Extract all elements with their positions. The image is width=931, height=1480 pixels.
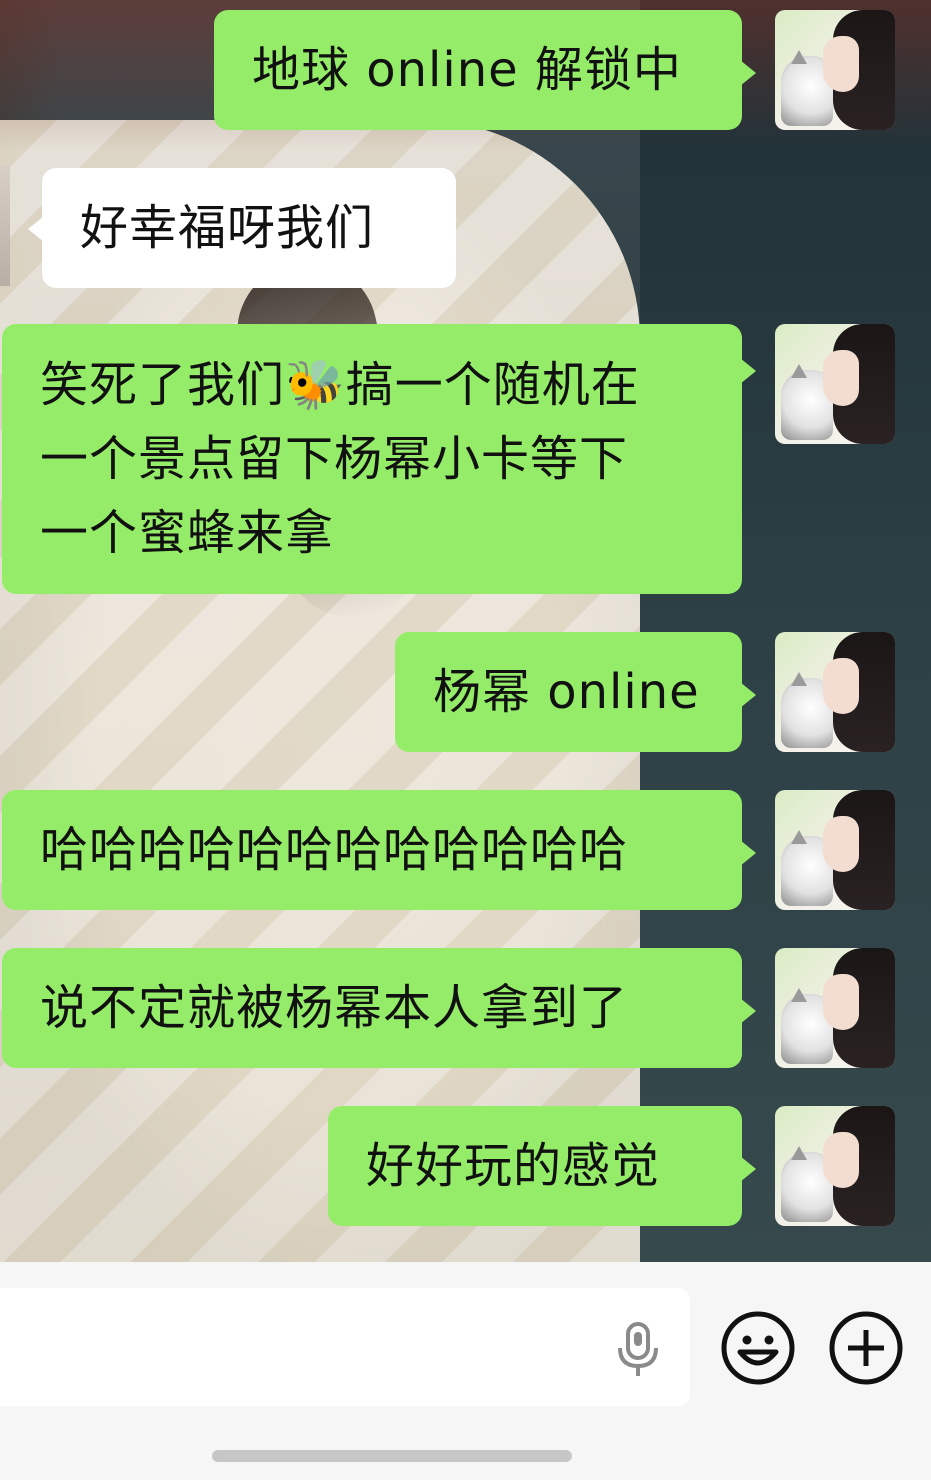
message-bubble-sent[interactable]: 好好玩的感觉 (328, 1106, 756, 1226)
message-bubble-sent[interactable]: 杨幂 online (395, 632, 756, 752)
message-text: 地球 online 解锁中 (252, 42, 682, 98)
message-bubble-sent[interactable]: 地球 online 解锁中 (214, 10, 756, 130)
message-text: 杨幂 online (433, 664, 700, 720)
my-avatar[interactable] (775, 10, 895, 130)
plus-circle-icon[interactable] (828, 1310, 904, 1386)
my-avatar[interactable] (775, 790, 895, 910)
smiley-face-icon[interactable] (720, 1310, 796, 1386)
message-text: 好好玩的感觉 (366, 1138, 661, 1194)
microphone-icon[interactable] (612, 1322, 664, 1378)
message-text-line: 一个景点留下杨幂小卡等下 (40, 431, 629, 487)
my-avatar[interactable] (775, 1106, 895, 1226)
message-bubble-sent[interactable]: 说不定就被杨幂本人拿到了 (2, 948, 756, 1068)
my-avatar[interactable] (775, 632, 895, 752)
message-text: 好幸福呀我们 (80, 200, 375, 256)
home-indicator[interactable] (212, 1450, 572, 1462)
message-text-line: 笑死了我们🐝搞一个随机在 (40, 357, 640, 413)
message-bubble-received[interactable]: 好幸福呀我们 (28, 168, 456, 288)
my-avatar[interactable] (775, 324, 895, 444)
message-text: 说不定就被杨幂本人拿到了 (40, 980, 629, 1036)
message-input[interactable] (0, 1288, 690, 1406)
message-text-line: 一个蜜蜂来拿 (40, 505, 335, 561)
message-bubble-sent[interactable]: 哈哈哈哈哈哈哈哈哈哈哈哈 (2, 790, 756, 910)
contact-avatar[interactable] (0, 166, 10, 286)
message-text: 哈哈哈哈哈哈哈哈哈哈哈哈 (40, 822, 629, 878)
message-bubble-sent[interactable]: 笑死了我们🐝搞一个随机在 一个景点留下杨幂小卡等下 一个蜜蜂来拿 (2, 324, 756, 594)
my-avatar[interactable] (775, 948, 895, 1068)
